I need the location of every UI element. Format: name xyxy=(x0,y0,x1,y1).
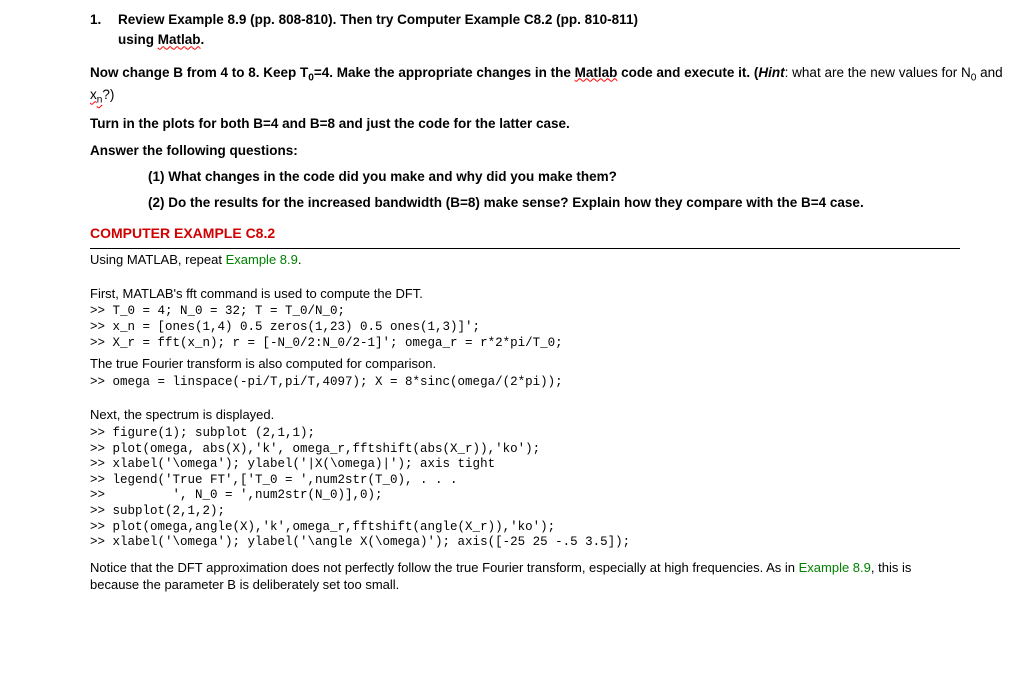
section-2-text: The true Fourier transform is also compu… xyxy=(90,355,1004,373)
subquestion-2: (2) Do the results for the increased ban… xyxy=(90,193,1004,213)
p1-seg4: : what are the new values for N xyxy=(785,65,971,80)
p1-seg6: ?) xyxy=(102,87,114,102)
q1-line1: Review Example 8.9 (pp. 808-810). Then t… xyxy=(118,12,638,27)
p1-hint: Hint xyxy=(758,65,784,80)
q1-number: 1. xyxy=(90,10,118,51)
note-pre: Notice that the DFT approximation does n… xyxy=(90,560,799,575)
paragraph-answer: Answer the following questions: xyxy=(90,141,1004,161)
paragraph-turn-in: Turn in the plots for both B=4 and B=8 a… xyxy=(90,114,1004,134)
divider xyxy=(90,248,960,249)
question-1: 1. Review Example 8.9 (pp. 808-810). The… xyxy=(90,10,1004,51)
p1-seg2: =4. Make the appropriate changes in the xyxy=(314,65,575,80)
xn-wavy: x xyxy=(90,87,97,102)
section-1-text: First, MATLAB's fft command is used to c… xyxy=(90,285,1004,303)
ce-pre: Using MATLAB, repeat xyxy=(90,252,226,267)
q1-line2-post: . xyxy=(201,32,205,47)
subquestion-1: (1) What changes in the code did you mak… xyxy=(90,167,1004,187)
computer-example-title: COMPUTER EXAMPLE C8.2 xyxy=(90,223,1004,244)
p1-seg5: and xyxy=(976,65,1002,80)
q1-line2-pre: using xyxy=(118,32,158,47)
example-link-2: Example 8.9 xyxy=(799,560,871,575)
p1-seg1: Now change B from 4 to 8. Keep T xyxy=(90,65,308,80)
p1-seg3: code and execute it. ( xyxy=(617,65,758,80)
ce-post: . xyxy=(298,252,302,267)
example-link-1: Example 8.9 xyxy=(226,252,298,267)
code-block-3: >> figure(1); subplot (2,1,1); >> plot(o… xyxy=(90,426,1004,551)
notice-paragraph: Notice that the DFT approximation does n… xyxy=(90,559,960,594)
q1-text: Review Example 8.9 (pp. 808-810). Then t… xyxy=(118,10,638,51)
ce-intro: Using MATLAB, repeat Example 8.9. xyxy=(90,251,1004,269)
matlab-wavy-2: Matlab xyxy=(575,65,618,80)
code-block-2: >> omega = linspace(-pi/T,pi/T,4097); X … xyxy=(90,375,1004,391)
matlab-wavy-1: Matlab xyxy=(158,32,201,47)
section-3-text: Next, the spectrum is displayed. xyxy=(90,406,1004,424)
paragraph-change-b: Now change B from 4 to 8. Keep T0=4. Mak… xyxy=(90,63,1004,109)
code-block-1: >> T_0 = 4; N_0 = 32; T = T_0/N_0; >> x_… xyxy=(90,304,1004,351)
